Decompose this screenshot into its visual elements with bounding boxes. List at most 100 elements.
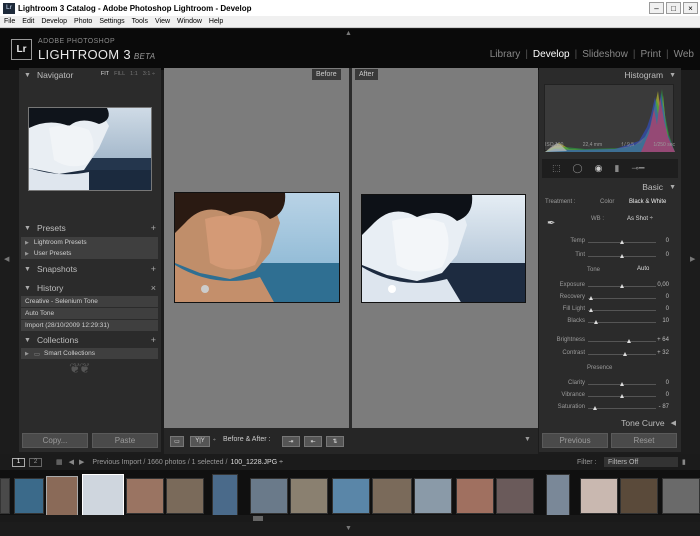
previous-button[interactable]: Previous <box>542 433 608 448</box>
histogram[interactable] <box>544 84 675 152</box>
slider-value[interactable]: - 87 <box>659 404 669 410</box>
filmstrip-thumb[interactable] <box>250 478 288 514</box>
secondary-window-button[interactable]: 2 <box>29 457 42 467</box>
preset-folder[interactable]: ▶ Lightroom Presets <box>21 237 158 248</box>
menu-view[interactable]: View <box>155 18 170 25</box>
slider-knob[interactable] <box>620 284 624 288</box>
tone-curve-header[interactable]: Tone Curve ◀ <box>539 416 681 430</box>
histogram-header[interactable]: Histogram ▼ <box>539 68 681 82</box>
filmstrip-thumb[interactable] <box>46 476 78 516</box>
menu-develop[interactable]: Develop <box>41 18 67 25</box>
presets-header[interactable]: ▼ Presets + <box>19 221 161 235</box>
slider-value[interactable]: 10 <box>662 318 669 324</box>
snapshots-header[interactable]: ▼ Snapshots + <box>19 262 161 276</box>
add-preset-icon[interactable]: + <box>151 223 156 233</box>
wb-eyedropper-icon[interactable]: ✒ <box>547 218 555 229</box>
treatment-color[interactable]: Color <box>600 199 614 205</box>
history-item[interactable]: Auto Tone <box>21 308 158 319</box>
module-library[interactable]: Library <box>490 49 521 60</box>
right-panel-toggle-icon[interactable]: ▶ <box>690 255 695 263</box>
slider-track[interactable] <box>588 284 656 288</box>
slider-value[interactable]: 0 <box>666 380 669 386</box>
slider-knob[interactable] <box>594 320 599 324</box>
filmstrip-thumb[interactable] <box>372 478 412 514</box>
slider-track[interactable] <box>588 394 656 398</box>
red-eye-icon[interactable]: ◉ <box>595 163 603 174</box>
menu-settings[interactable]: Settings <box>99 18 124 25</box>
navigator-preview[interactable] <box>28 107 152 191</box>
bottom-panel-toggle-icon[interactable]: ▼ <box>345 525 352 532</box>
filmstrip-thumb[interactable] <box>620 478 658 514</box>
nav-1to1[interactable]: 1:1 <box>130 71 138 77</box>
graduated-filter-icon[interactable]: ▮ <box>614 163 619 174</box>
maximize-button[interactable]: □ <box>666 2 681 14</box>
slider-value[interactable]: 0 <box>666 306 669 312</box>
close-button[interactable]: × <box>683 2 698 14</box>
copy-before-to-after-icon[interactable]: ⇥ <box>282 435 300 447</box>
menu-help[interactable]: Help <box>209 18 223 25</box>
menu-window[interactable]: Window <box>177 18 202 25</box>
minimize-button[interactable]: – <box>649 2 664 14</box>
collection-folder[interactable]: ▶ ▭ Smart Collections <box>21 348 158 359</box>
wb-select[interactable]: As Shot ÷ <box>627 216 653 222</box>
slider-knob[interactable] <box>620 394 624 398</box>
history-item[interactable]: Import (28/10/2009 12:29:31) <box>21 320 158 331</box>
history-header[interactable]: ▼ History × <box>19 281 161 295</box>
slider-knob[interactable] <box>589 296 594 300</box>
spot-removal-icon[interactable]: ◯ <box>573 163 583 174</box>
top-panel-toggle-icon[interactable]: ▲ <box>345 30 352 37</box>
left-panel-toggle-icon[interactable]: ◀ <box>4 255 9 263</box>
slider-value[interactable]: 0 <box>666 238 669 244</box>
slider-track[interactable] <box>588 339 656 343</box>
slider-track[interactable] <box>588 240 656 244</box>
slider-value[interactable]: 0 <box>666 252 669 258</box>
forward-arrow-icon[interactable]: ▶ <box>79 458 84 466</box>
filmstrip-thumb[interactable] <box>580 478 618 514</box>
add-snapshot-icon[interactable]: + <box>151 264 156 274</box>
slider-knob[interactable] <box>626 339 631 343</box>
filmstrip-thumb[interactable] <box>414 478 452 514</box>
adjustment-brush-icon[interactable]: ⊸━ <box>631 163 644 174</box>
filmstrip-thumb[interactable] <box>546 474 570 516</box>
basic-header[interactable]: Basic ▼ <box>539 180 681 194</box>
toolbar-menu-icon[interactable]: ▼ <box>524 436 531 443</box>
slider-value[interactable]: 0 <box>666 294 669 300</box>
slider-knob[interactable] <box>620 240 624 244</box>
filmstrip-thumb[interactable] <box>0 478 10 514</box>
menu-file[interactable]: File <box>4 18 15 25</box>
slider-track[interactable] <box>588 308 656 312</box>
current-file[interactable]: 100_1228.JPG ÷ <box>230 459 283 466</box>
slider-track[interactable] <box>588 382 656 386</box>
slider-track[interactable] <box>588 406 656 410</box>
slider-value[interactable]: + 32 <box>657 350 669 356</box>
history-item[interactable]: Creative - Selenium Tone <box>21 296 158 307</box>
menu-tools[interactable]: Tools <box>132 18 148 25</box>
crop-tool-icon[interactable]: ⬚ <box>552 163 561 174</box>
filmstrip-scrollbar[interactable] <box>0 515 700 522</box>
auto-tone-button[interactable]: Auto <box>637 266 649 272</box>
filmstrip-thumb[interactable] <box>212 474 238 516</box>
source-path[interactable]: Previous Import / 1660 photos / 1 select… <box>92 459 227 466</box>
clear-history-icon[interactable]: × <box>151 283 156 293</box>
paste-button[interactable]: Paste <box>92 433 158 448</box>
slider-track[interactable] <box>588 352 656 356</box>
slider-track[interactable] <box>588 320 656 324</box>
before-after-mode-button[interactable]: Y|Y <box>190 435 210 447</box>
swap-before-after-icon[interactable]: ⇅ <box>326 435 344 447</box>
module-print[interactable]: Print <box>640 49 661 60</box>
filmstrip-thumb[interactable] <box>456 478 494 514</box>
filmstrip-thumb[interactable] <box>14 478 44 514</box>
module-web[interactable]: Web <box>674 49 694 60</box>
slider-track[interactable] <box>588 254 656 258</box>
grid-view-icon[interactable]: ▦ <box>56 458 63 466</box>
filter-select[interactable]: Filters Off <box>604 457 678 467</box>
slider-value[interactable]: 0 <box>666 392 669 398</box>
filmstrip-thumb-selected[interactable] <box>82 474 124 516</box>
add-collection-icon[interactable]: + <box>151 335 156 345</box>
nav-zoom[interactable]: 3:1 ÷ <box>143 71 155 77</box>
slider-knob[interactable] <box>623 352 628 356</box>
slider-knob[interactable] <box>592 406 597 410</box>
module-slideshow[interactable]: Slideshow <box>582 49 628 60</box>
slider-value[interactable]: + 64 <box>657 337 669 343</box>
filmstrip-scroll-thumb[interactable] <box>253 516 263 521</box>
